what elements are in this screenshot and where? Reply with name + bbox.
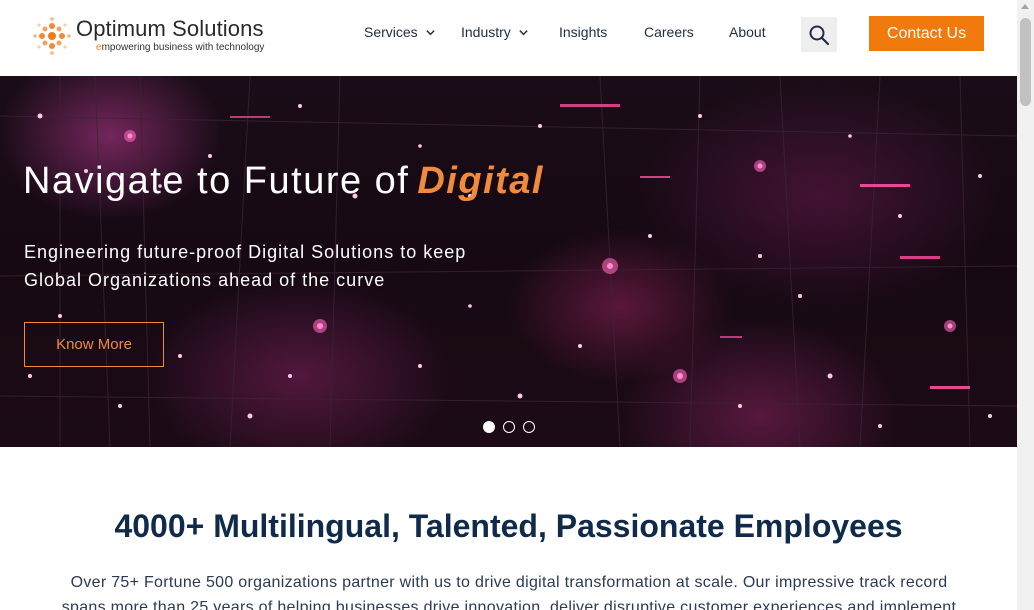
site-header: Optimum Solutions empowering business wi…: [0, 0, 1017, 76]
nav-services-label: Services: [364, 24, 418, 40]
section-title: 4000+ Multilingual, Talented, Passionate…: [114, 508, 903, 544]
scroll-up-arrow-icon[interactable]: [1021, 4, 1029, 9]
chevron-down-icon: [426, 29, 435, 35]
section-body-line-1: Over 75+ Fortune 500 organizations partn…: [70, 574, 948, 591]
nav-services[interactable]: Services: [364, 24, 436, 40]
search-icon: [809, 25, 830, 45]
nav-about-label: About: [729, 24, 766, 40]
section-body: Over 75+ Fortune 500 organizations partn…: [38, 570, 980, 610]
hero-title: Navigate to Future of Digital: [23, 160, 544, 203]
logo[interactable]: Optimum Solutions empowering business wi…: [32, 14, 264, 58]
hero-banner: Navigate to Future of Digital Engineering…: [0, 76, 1017, 447]
page-scrollbar[interactable]: [1017, 0, 1034, 610]
logo-name: Optimum Solutions: [76, 16, 264, 41]
page: Optimum Solutions empowering business wi…: [0, 0, 1034, 610]
carousel-dot-3[interactable]: [523, 421, 535, 433]
nav-industry-label: Industry: [461, 24, 511, 40]
search-button[interactable]: [801, 17, 837, 52]
contact-us-button[interactable]: Contact Us: [869, 16, 984, 51]
scrollbar-thumb[interactable]: [1020, 18, 1031, 106]
nav-industry[interactable]: Industry: [461, 24, 529, 40]
carousel-dots: [483, 421, 535, 433]
carousel-dot-1[interactable]: [483, 421, 495, 433]
nav-insights-label: Insights: [559, 24, 608, 40]
hero-subtitle: Engineering future-proof Digital Solutio…: [24, 238, 544, 294]
nav-about[interactable]: About: [729, 24, 766, 40]
nav-careers[interactable]: Careers: [644, 24, 694, 40]
section-body-line-2: spans more than 25 years of helping busi…: [61, 599, 957, 610]
nav-careers-label: Careers: [644, 24, 694, 40]
carousel-dot-2[interactable]: [503, 421, 515, 433]
logo-dots-icon: [33, 17, 71, 55]
know-more-button[interactable]: Know More: [24, 322, 164, 367]
nav-insights[interactable]: Insights: [559, 24, 607, 40]
hero-subtitle-line-2: Global Organizations ahead of the curve: [24, 270, 386, 290]
chevron-down-icon: [519, 29, 528, 35]
logo-tagline-rest: mpowering business with technology: [101, 42, 265, 53]
hero-title-accent: Digital: [417, 160, 544, 202]
logo-tagline: empowering business with technology: [96, 42, 264, 53]
hero-subtitle-line-1: Engineering future-proof Digital Solutio…: [24, 242, 467, 262]
hero-title-text: Navigate to Future of: [23, 160, 410, 202]
